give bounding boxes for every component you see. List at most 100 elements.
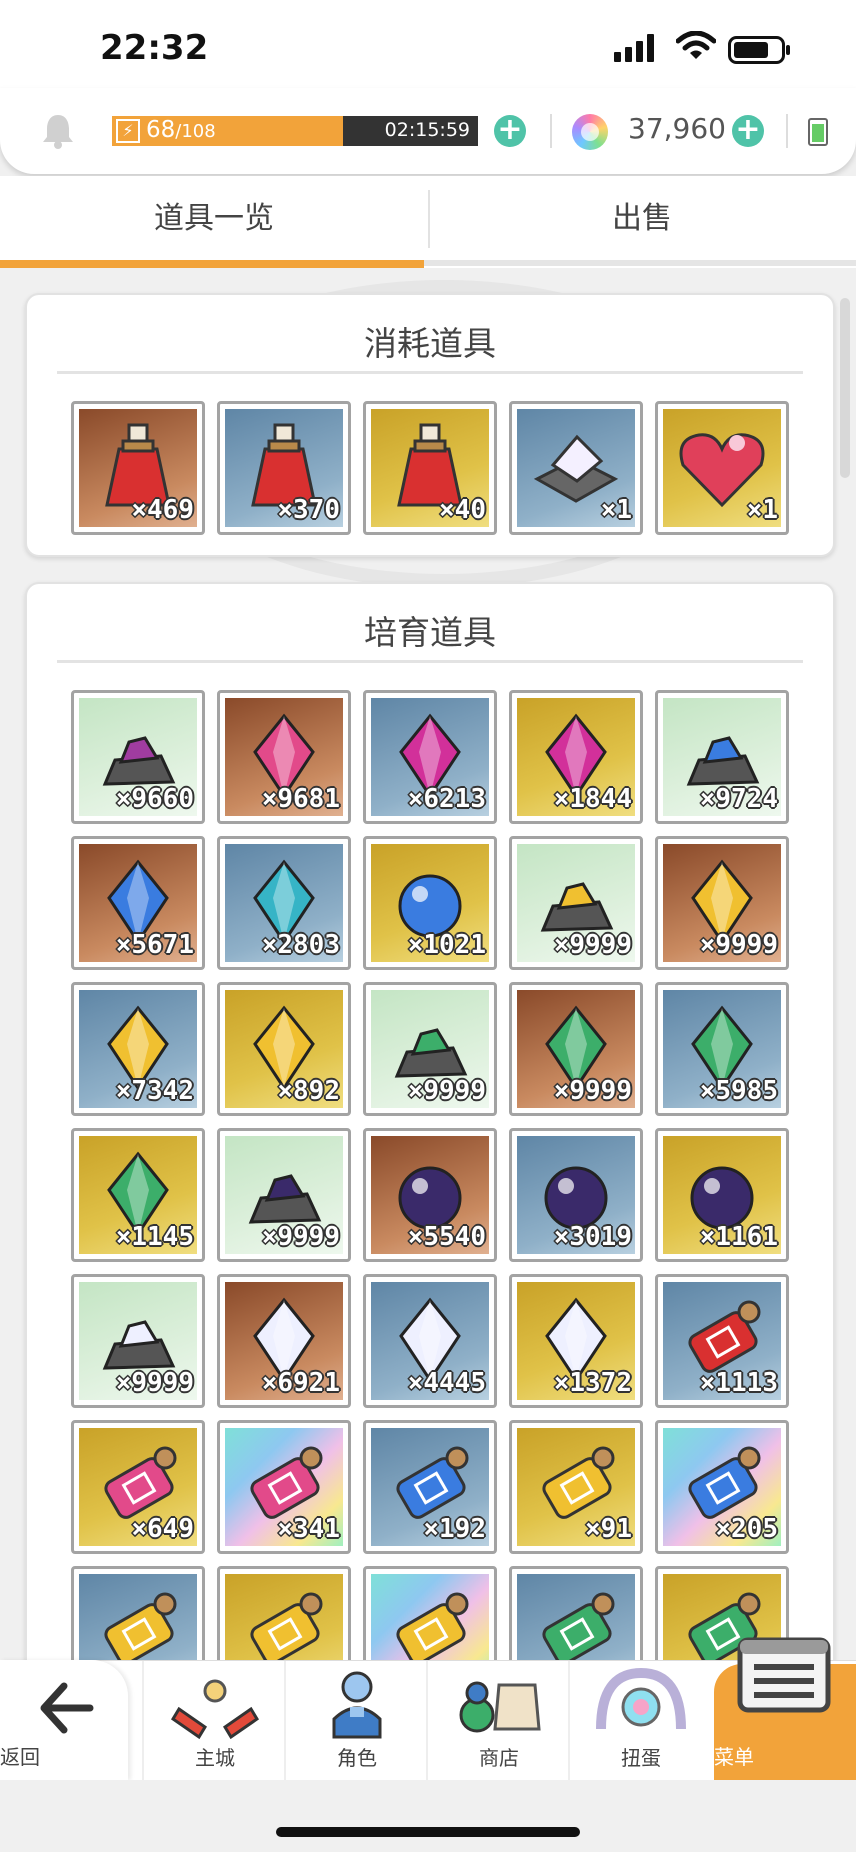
bell-icon[interactable] [40,112,76,150]
item-slot-inner: ×6213 [371,698,489,816]
back-button[interactable]: 返回 [0,1660,128,1780]
item-slot[interactable]: ×7342 [71,982,205,1116]
item-slot-inner: ×9724 [663,698,781,816]
tab-bar: 道具一览 出售 [0,176,856,268]
item-quantity: ×91 [585,1514,632,1544]
item-slot[interactable]: ×1 [655,401,789,535]
item-slot-inner: ×2803 [225,844,343,962]
item-slot[interactable]: ×1 [509,401,643,535]
item-slot-inner: ×5671 [79,844,197,962]
nav-label: 扭蛋 [621,1746,661,1770]
item-slot[interactable]: ×4445 [363,1274,497,1408]
add-gems-button[interactable]: + [732,115,764,147]
item-quantity: ×40 [439,495,486,525]
divider [786,114,788,148]
item-slot-inner: ×3019 [517,1136,635,1254]
resource-bar: ⚡ 68/108 02:15:59 + 37,960 + [0,88,856,174]
tab-sell[interactable]: 出售 [428,176,856,262]
nav-castle[interactable]: 主城 [142,1661,286,1781]
item-slot-inner: ×892 [225,990,343,1108]
item-slot[interactable]: ×469 [71,401,205,535]
item-slot-inner: ×40 [371,409,489,527]
stamina-value: 68/108 [146,117,216,143]
item-slot[interactable]: ×6213 [363,690,497,824]
item-slot[interactable]: ×370 [217,401,351,535]
item-quantity: ×9999 [261,1222,340,1252]
item-quantity: ×1113 [699,1368,778,1398]
item-slot-inner: ×91 [517,1428,635,1546]
item-quantity: ×1 [746,495,778,525]
item-slot[interactable]: ×91 [509,1420,643,1554]
item-slot[interactable]: ×5540 [363,1128,497,1262]
nav-shop[interactable]: 商店 [426,1661,570,1781]
item-slot[interactable]: ×1844 [509,690,643,824]
item-slot[interactable]: ×5671 [71,836,205,970]
item-slot-inner: ×1145 [79,1136,197,1254]
castle-icon [170,1679,260,1740]
item-slot[interactable]: ×9999 [363,982,497,1116]
back-label: 返回 [0,1745,40,1769]
item-slot[interactable]: ×341 [217,1420,351,1554]
item-slot[interactable]: ×40 [363,401,497,535]
item-slot[interactable]: ×1145 [71,1128,205,1262]
item-slot-inner: ×1844 [517,698,635,816]
item-slot-inner: ×5985 [663,990,781,1108]
item-slot-inner: ×9999 [663,844,781,962]
signal-icon [614,34,654,62]
item-slot-inner: ×192 [371,1428,489,1546]
item-quantity: ×9999 [699,930,778,960]
character-icon [332,1671,382,1739]
item-slot[interactable]: ×1113 [655,1274,789,1408]
item-slot[interactable]: ×9999 [509,982,643,1116]
item-quantity: ×9999 [553,1076,632,1106]
home-indicator[interactable] [276,1827,580,1837]
item-slot[interactable]: ×1161 [655,1128,789,1262]
add-stamina-button[interactable]: + [494,115,526,147]
item-slot-inner: ×6921 [225,1282,343,1400]
nav-gacha[interactable]: 扭蛋 [568,1661,712,1781]
scrollbar[interactable] [840,298,850,478]
item-slot[interactable]: ×3019 [509,1128,643,1262]
item-slot-inner: ×1113 [663,1282,781,1400]
gem-count: 37,960 [628,112,726,145]
item-slot[interactable]: ×9999 [655,836,789,970]
item-quantity: ×1021 [407,930,486,960]
status-time: 22:32 [100,28,209,68]
item-slot-inner: ×4445 [371,1282,489,1400]
item-slot-inner: ×649 [79,1428,197,1546]
tab-active-indicator [0,260,424,268]
nav-label: 菜单 [714,1745,754,1769]
item-slot[interactable]: ×9724 [655,690,789,824]
item-slot[interactable]: ×9999 [71,1274,205,1408]
item-quantity: ×1161 [699,1222,778,1252]
item-slot[interactable]: ×6921 [217,1274,351,1408]
tab-item-list[interactable]: 道具一览 [0,176,428,262]
item-slot[interactable]: ×9660 [71,690,205,824]
item-slot[interactable]: ×5985 [655,982,789,1116]
item-slot[interactable]: ×2803 [217,836,351,970]
item-slot[interactable]: ×9999 [217,1128,351,1262]
item-slot[interactable]: ×192 [363,1420,497,1554]
item-slot-inner: ×9681 [225,698,343,816]
item-quantity: ×9681 [261,784,340,814]
item-slot[interactable]: ×1021 [363,836,497,970]
item-slot[interactable]: ×1372 [509,1274,643,1408]
lightning-icon: ⚡ [116,119,140,143]
item-quantity: ×9724 [699,784,778,814]
section-divider [57,371,803,374]
nav-label: 角色 [337,1746,377,1770]
training-panel: 培育道具 ×9660 ×9681 ×6213 ×1844 ×9724 ×5671… [25,582,835,1786]
item-quantity: ×4445 [407,1368,486,1398]
item-quantity: ×1 [600,495,632,525]
item-quantity: ×1844 [553,784,632,814]
item-quantity: ×9660 [115,784,194,814]
item-slot[interactable]: ×9681 [217,690,351,824]
item-slot[interactable]: ×9999 [509,836,643,970]
item-slot[interactable]: ×892 [217,982,351,1116]
item-slot[interactable]: ×649 [71,1420,205,1554]
nav-menu[interactable]: 菜单 [714,1637,856,1780]
item-quantity: ×2803 [261,930,340,960]
item-quantity: ×5540 [407,1222,486,1252]
item-slot[interactable]: ×205 [655,1420,789,1554]
nav-character[interactable]: 角色 [284,1661,428,1781]
